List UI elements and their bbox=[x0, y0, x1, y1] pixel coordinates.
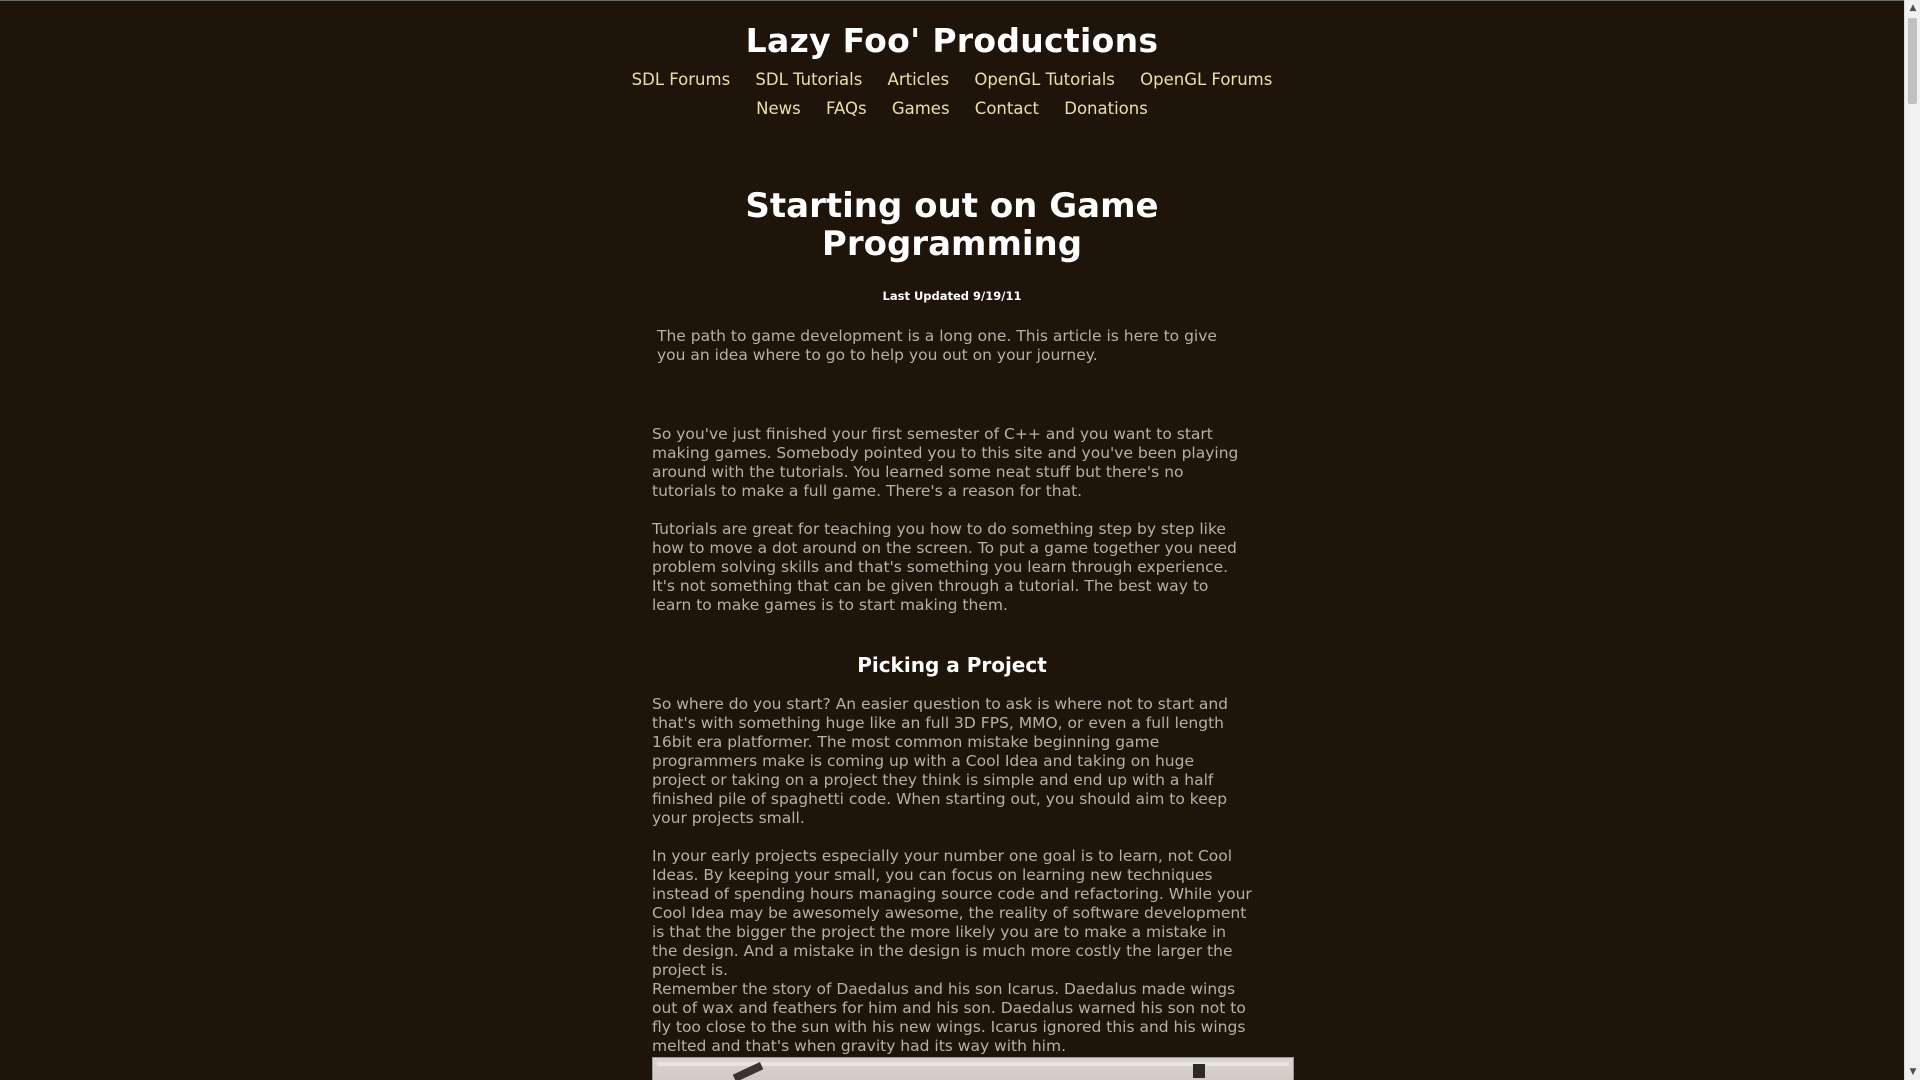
nav-link-opengl-tutorials[interactable]: OpenGL Tutorials bbox=[974, 70, 1115, 89]
nav-link-news[interactable]: News bbox=[756, 99, 801, 118]
paragraph-2: Tutorials are great for teaching you how… bbox=[652, 520, 1237, 614]
article-title-line2: Programming bbox=[821, 224, 1083, 264]
paragraph-4: In your early projects especially your n… bbox=[652, 847, 1252, 979]
section-heading-picking-project: Picking a Project bbox=[857, 653, 1047, 677]
article-title: Starting out on Game Programming bbox=[652, 187, 1252, 263]
nav-link-articles[interactable]: Articles bbox=[888, 70, 950, 89]
nav-link-sdl-tutorials[interactable]: SDL Tutorials bbox=[755, 70, 862, 89]
nav-link-contact[interactable]: Contact bbox=[975, 99, 1039, 118]
nav-link-faqs[interactable]: FAQs bbox=[826, 99, 867, 118]
nav-link-games[interactable]: Games bbox=[892, 99, 950, 118]
image-detail bbox=[1193, 1064, 1205, 1078]
paragraph-1: So you've just finished your first semes… bbox=[652, 425, 1239, 500]
nav-link-opengl-forums[interactable]: OpenGL Forums bbox=[1140, 70, 1272, 89]
article-image bbox=[652, 1057, 1294, 1080]
nav-primary: SDL Forums SDL Tutorials Articles OpenGL… bbox=[0, 70, 1904, 89]
paragraph-5: Remember the story of Daedalus and his s… bbox=[652, 980, 1246, 1055]
article-title-line1: Starting out on Game bbox=[745, 186, 1159, 226]
vertical-scrollbar[interactable]: ▲ ▼ bbox=[1904, 0, 1920, 1080]
nav-link-sdl-forums[interactable]: SDL Forums bbox=[632, 70, 731, 89]
article-intro: The path to game development is a long o… bbox=[657, 327, 1217, 364]
nav-secondary: News FAQs Games Contact Donations bbox=[0, 99, 1904, 118]
scroll-up-icon[interactable]: ▲ bbox=[1905, 0, 1920, 16]
scroll-thumb[interactable] bbox=[1908, 18, 1917, 104]
page: Lazy Foo' Productions SDL Forums SDL Tut… bbox=[0, 0, 1904, 1080]
last-updated: Last Updated 9/19/11 bbox=[882, 289, 1022, 303]
nav-link-donations[interactable]: Donations bbox=[1064, 99, 1148, 118]
paragraph-3: So where do you start? An easier questio… bbox=[652, 695, 1228, 827]
site-title[interactable]: Lazy Foo' Productions bbox=[0, 21, 1904, 60]
scroll-down-icon[interactable]: ▼ bbox=[1905, 1064, 1920, 1080]
